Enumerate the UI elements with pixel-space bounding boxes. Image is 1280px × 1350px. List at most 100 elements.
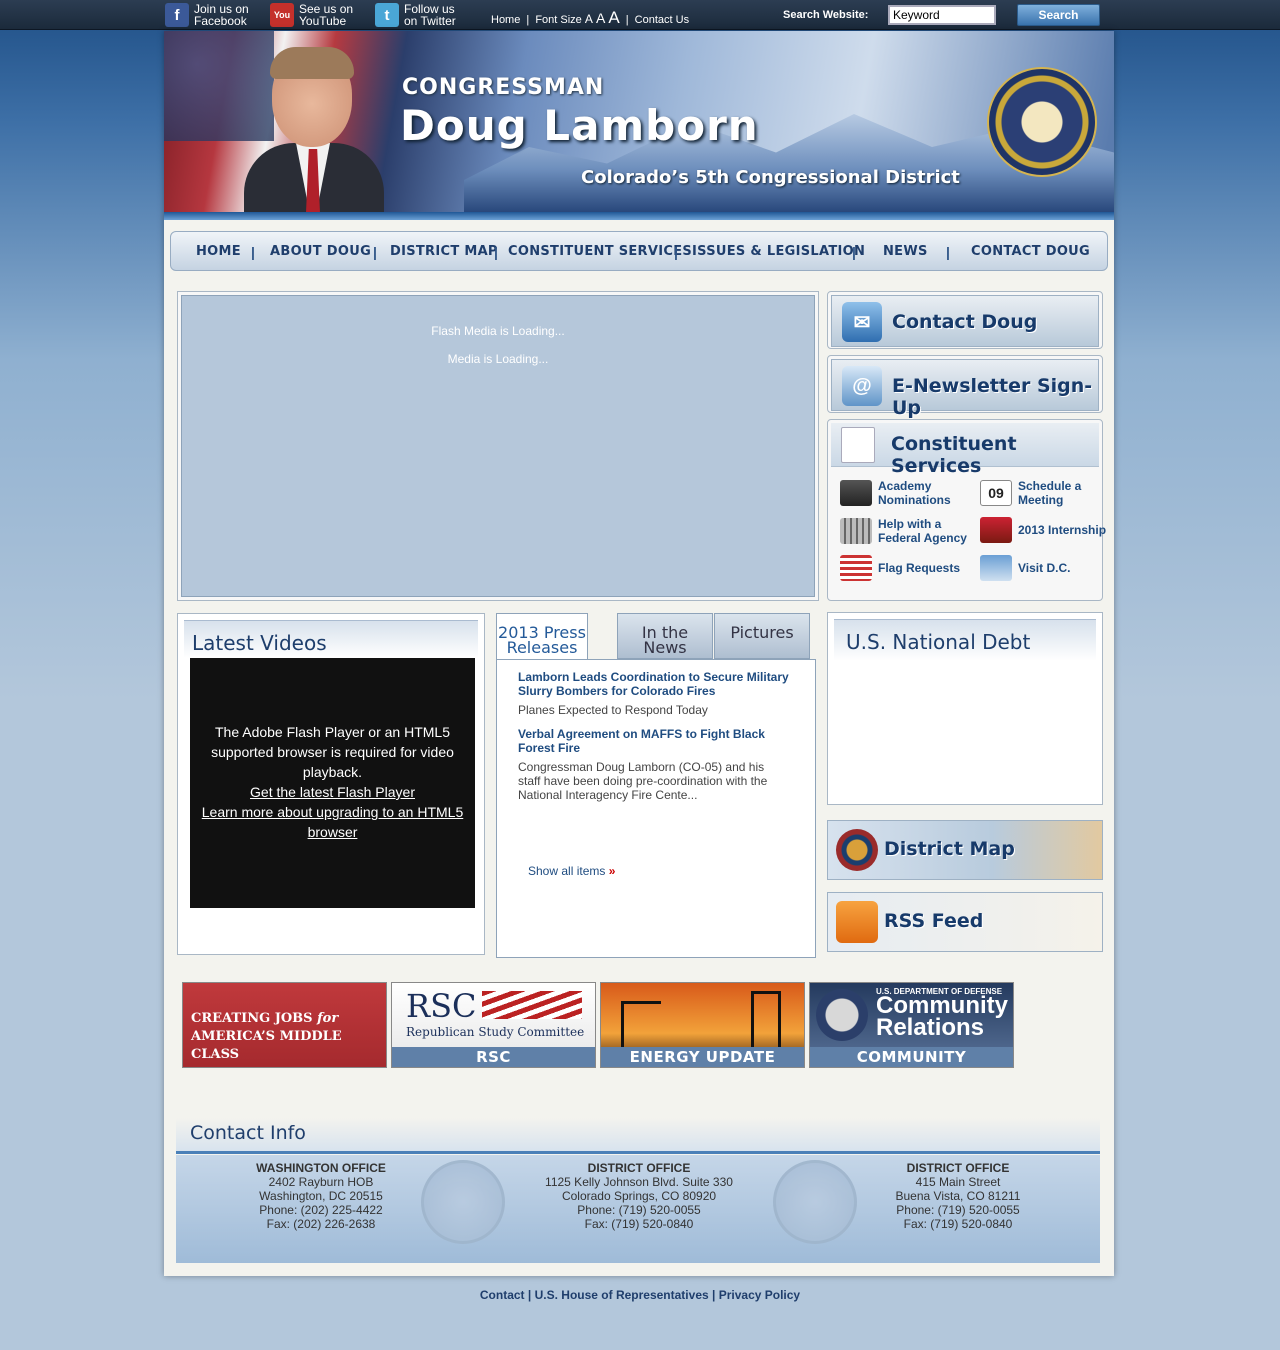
separator: | (526, 14, 530, 26)
contact-doug-button[interactable]: ✉ Contact Doug (827, 291, 1103, 349)
newsletter-signup-button[interactable]: @ E-Newsletter Sign-Up (827, 355, 1103, 419)
flash-required-message: The Adobe Flash Player or an HTML5 suppo… (211, 724, 454, 780)
banner-district: Colorado’s 5th Congressional District (581, 167, 960, 188)
academy-nominations-link[interactable]: Academy Nominations (840, 479, 978, 507)
search-button[interactable]: Search (1017, 4, 1100, 26)
latest-videos-title: Latest Videos (192, 631, 327, 655)
news-item-title[interactable]: Verbal Agreement on MAFFS to Fight Black… (518, 727, 793, 755)
nav-home[interactable]: HOME (196, 244, 241, 259)
separator: | (527, 1288, 532, 1302)
nav-news[interactable]: NEWS (883, 244, 928, 259)
media-slideshow[interactable]: Flash Media is Loading... Media is Loadi… (177, 291, 819, 601)
federal-agency-link[interactable]: Help with a Federal Agency (840, 517, 978, 545)
get-flash-link[interactable]: Get the latest Flash Player (190, 782, 475, 802)
nav-issues-legislation[interactable]: ISSUES & LEGISLATION (692, 244, 865, 259)
building-columns-icon (840, 518, 872, 544)
contact-info-title: Contact Info (190, 1122, 306, 1144)
email-at-icon: @ (842, 366, 882, 406)
tab-pictures[interactable]: Pictures (714, 613, 810, 659)
banner-divider (164, 212, 1114, 220)
rss-feed-label: RSS Feed (884, 910, 984, 932)
banner-title-small: CONGRESSMAN (402, 75, 605, 100)
visit-dc-label: Visit D.C. (1018, 561, 1071, 575)
flag-icon (840, 555, 872, 581)
tab-in-the-news[interactable]: In the News (617, 613, 713, 659)
creating-jobs-for: for (317, 1011, 339, 1026)
rsc-banner[interactable]: RSC Republican Study Committee RSC (391, 982, 596, 1068)
house-seal-icon (987, 67, 1097, 177)
relations-text: Relations (876, 1014, 985, 1041)
tab-content: Lamborn Leads Coordination to Secure Mil… (496, 659, 816, 958)
nav-separator: | (251, 244, 255, 260)
internship-link[interactable]: 2013 Internship (980, 517, 1118, 543)
facebook-link[interactable]: f Join us on Facebook (165, 2, 264, 28)
community-relations-caption: COMMUNITY RELATIONS (810, 1047, 1013, 1067)
search-label: Search Website: (783, 9, 869, 21)
house-seal-icon (421, 1160, 505, 1244)
colorado-springs-office: DISTRICT OFFICE 1125 Kelly Johnson Blvd.… (545, 1161, 733, 1231)
show-all-items-link[interactable]: Show all items » (528, 864, 615, 878)
separator: | (712, 1288, 716, 1302)
html5-upgrade-link[interactable]: Learn more about upgrading to an HTML5 b… (190, 802, 475, 842)
font-size-small-button[interactable]: A (585, 12, 593, 26)
footer-contact-link[interactable]: Contact (480, 1288, 525, 1302)
youtube-link[interactable]: You See us on YouTube (270, 2, 369, 28)
washington-office: WASHINGTON OFFICE 2402 Rayburn HOB Washi… (256, 1161, 386, 1231)
twitter-line2: on Twitter (404, 14, 456, 28)
buena-vista-office: DISTRICT OFFICE 415 Main Street Buena Vi… (895, 1161, 1021, 1231)
font-size-medium-button[interactable]: A (596, 10, 605, 26)
schedule-meeting-link[interactable]: 09 Schedule a Meeting (980, 479, 1118, 507)
font-size-label: Font Size (535, 14, 582, 26)
colorado-seal-icon (836, 829, 878, 871)
district-map-button[interactable]: District Map (827, 820, 1103, 880)
capitol-icon (980, 555, 1012, 581)
visit-dc-link[interactable]: Visit D.C. (980, 555, 1118, 581)
media-loading-text: Media is Loading... (447, 352, 549, 366)
contact-us-link[interactable]: Contact Us (635, 14, 689, 26)
search-input[interactable] (888, 5, 996, 25)
rsc-logo-text: RSC (406, 987, 477, 1025)
congressman-portrait (244, 43, 384, 213)
footer-privacy-link[interactable]: Privacy Policy (719, 1288, 800, 1302)
flash-loading-text: Flash Media is Loading... (431, 324, 565, 338)
rss-icon (836, 901, 878, 943)
home-link[interactable]: Home (491, 14, 520, 26)
federal-agency-label: Help with a Federal Agency (878, 517, 967, 545)
rsc-caption: RSC (392, 1047, 595, 1067)
twitter-link[interactable]: t Follow us on Twitter (375, 2, 474, 28)
contact-info-body: WASHINGTON OFFICE 2402 Rayburn HOB Washi… (176, 1155, 1100, 1263)
news-item-title[interactable]: Lamborn Leads Coordination to Secure Mil… (518, 670, 793, 698)
footer-links: Contact | U.S. House of Representatives … (0, 1288, 1280, 1302)
separator: | (625, 14, 629, 26)
nav-district-map[interactable]: DISTRICT MAP (390, 244, 498, 259)
document-icon (841, 427, 875, 463)
video-player[interactable]: The Adobe Flash Player or an HTML5 suppo… (190, 658, 475, 908)
twitter-icon: t (375, 3, 399, 27)
flag-graphic (482, 991, 582, 1019)
font-size-large-button[interactable]: A (608, 8, 619, 27)
energy-update-banner[interactable]: ENERGY UPDATE (600, 982, 805, 1068)
footer-house-link[interactable]: U.S. House of Representatives (535, 1288, 709, 1302)
flag-requests-link[interactable]: Flag Requests (840, 555, 978, 581)
constituent-services-box: Constituent Services Academy Nominations… (827, 419, 1106, 601)
graduation-cap-icon (980, 517, 1012, 543)
nav-about-doug[interactable]: ABOUT DOUG (270, 244, 371, 259)
facebook-line2: Facebook (194, 14, 247, 28)
newsletter-label: E-Newsletter Sign-Up (892, 375, 1093, 419)
nav-contact-doug[interactable]: CONTACT DOUG (971, 244, 1090, 259)
nav-separator: | (494, 244, 498, 260)
news-tabs: 2013 Press Releases In the News Pictures L… (496, 613, 816, 958)
banner-name: Doug Lamborn (400, 101, 759, 150)
nav-separator: | (674, 244, 678, 260)
creating-jobs-banner[interactable]: CREATING JOBS for AMERICA’S MIDDLE CLASS (182, 982, 387, 1068)
rss-feed-button[interactable]: RSS Feed (827, 892, 1103, 952)
community-relations-banner[interactable]: U.S. DEPARTMENT OF DEFENSE Community Rel… (809, 982, 1014, 1068)
defense-seal-icon (816, 989, 868, 1041)
youtube-line2: YouTube (299, 14, 347, 28)
nav-separator: | (946, 244, 950, 260)
national-debt-panel: U.S. National Debt (827, 612, 1103, 805)
creating-jobs-text: CREATING JOBS (191, 1011, 313, 1026)
colorado-seal-icon (773, 1160, 857, 1244)
nav-constituent-services[interactable]: CONSTITUENT SERVICES (508, 244, 692, 259)
tab-press-releases[interactable]: 2013 Press Releases (496, 613, 588, 660)
